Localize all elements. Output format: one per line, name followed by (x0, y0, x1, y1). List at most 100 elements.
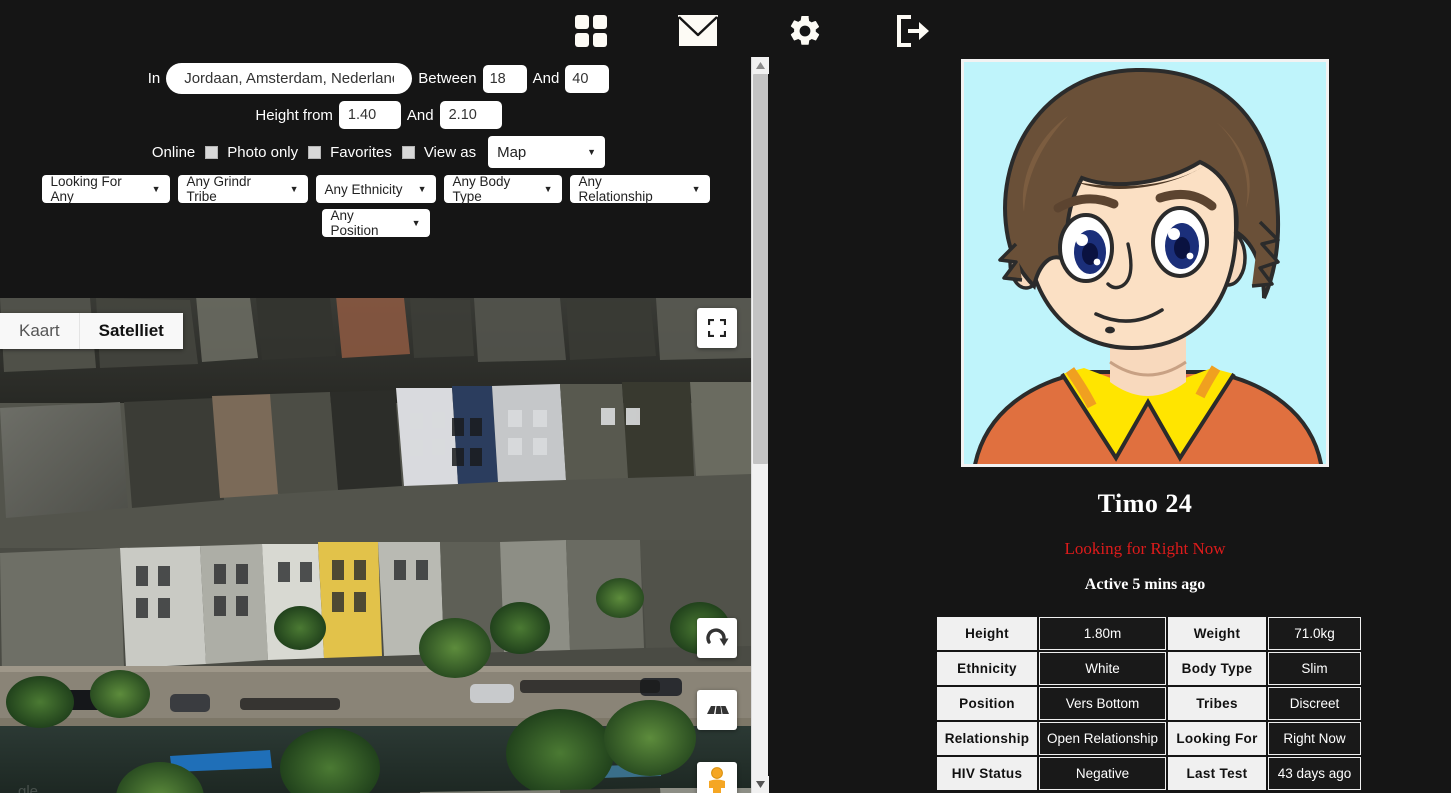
rotate-icon (706, 628, 729, 646)
position-select[interactable]: Any Position ▼ (321, 208, 430, 238)
favorites-checkbox[interactable] (401, 145, 415, 159)
stat-value: 71.0kg (1268, 617, 1361, 650)
dropdown-row-1: Looking For Any ▼ Any Grindr Tribe ▼ Any… (0, 174, 751, 204)
chevron-down-icon: ▼ (411, 217, 421, 228)
table-row: Height 1.80m Weight 71.0kg (937, 617, 1361, 650)
stat-label: Ethnicity (937, 652, 1037, 685)
grindr-tribe-value: Any Grindr Tribe (186, 174, 252, 204)
filter-form: In Between And Height from And Online Ph… (0, 57, 751, 238)
stat-value: Open Relationship (1039, 722, 1166, 755)
age-max-input[interactable] (565, 64, 610, 93)
map-type-switcher: Kaart Satelliet (0, 313, 183, 349)
rotate-map-button[interactable] (697, 618, 737, 658)
stat-label: Height (937, 617, 1037, 650)
scrollbar-thumb[interactable] (753, 74, 768, 464)
height-row: Height from And (0, 101, 751, 129)
body-type-value: Any Body Type (452, 174, 511, 204)
stat-label: Looking For (1168, 722, 1266, 755)
stat-label: Body Type (1168, 652, 1266, 685)
chevron-down-icon: ▼ (543, 183, 553, 194)
table-row: Relationship Open Relationship Looking F… (937, 722, 1361, 755)
photo-only-checkbox[interactable] (308, 145, 322, 159)
chevron-down-icon: ▼ (691, 183, 701, 194)
stat-label: Tribes (1168, 687, 1266, 720)
top-navigation (0, 0, 1451, 62)
logout-button[interactable] (881, 6, 943, 56)
map-type-satelliet[interactable]: Satelliet (78, 313, 183, 349)
stat-value: Slim (1268, 652, 1361, 685)
location-age-row: In Between And (0, 63, 751, 94)
fullscreen-button[interactable] (697, 308, 737, 348)
relationship-select[interactable]: Any Relationship ▼ (569, 174, 710, 204)
stat-value: 1.80m (1039, 617, 1166, 650)
height-and-label: And (406, 106, 434, 124)
profile-panel: Timo 24 Looking for Right Now Active 5 m… (930, 57, 1361, 792)
browse-grid-button[interactable] (560, 6, 622, 56)
in-label: In (147, 70, 161, 87)
stat-value: Discreet (1268, 687, 1361, 720)
table-row: Ethnicity White Body Type Slim (937, 652, 1361, 685)
search-panel: In Between And Height from And Online Ph… (0, 57, 751, 793)
tilt-icon (707, 706, 729, 714)
anime-avatar-image (964, 62, 1326, 464)
stat-value: Vers Bottom (1039, 687, 1166, 720)
logout-icon (897, 15, 929, 47)
view-as-label: View as (423, 143, 477, 161)
view-as-value: Map (497, 143, 527, 161)
settings-button[interactable] (774, 6, 836, 56)
stat-label: HIV Status (937, 757, 1037, 790)
stat-label: Relationship (937, 722, 1037, 755)
profile-name: Timo 24 (1097, 489, 1193, 518)
ethnicity-select[interactable]: Any Ethnicity ▼ (315, 175, 436, 203)
between-label: Between (418, 70, 477, 87)
profile-avatar[interactable] (961, 59, 1329, 467)
envelope-icon (678, 15, 718, 46)
toggles-row: Online Photo only Favorites View as Map … (0, 136, 751, 168)
height-max-input[interactable] (439, 101, 502, 129)
stat-label: Weight (1168, 617, 1266, 650)
scroll-up-arrow[interactable] (752, 57, 769, 74)
location-input[interactable] (166, 63, 413, 94)
tilt-map-button[interactable] (697, 690, 737, 730)
messages-button[interactable] (667, 6, 729, 56)
scroll-down-arrow[interactable] (752, 776, 769, 793)
view-as-select[interactable]: Map ▼ (488, 136, 606, 168)
fullscreen-icon (708, 319, 726, 337)
height-from-label: Height from (255, 106, 333, 124)
chevron-down-icon: ▼ (289, 183, 299, 194)
pegman-icon (709, 767, 725, 793)
profile-looking-for: Looking for Right Now (1064, 539, 1226, 558)
position-value: Any Position (330, 208, 379, 238)
and-label: And (532, 70, 560, 87)
stat-value: 43 days ago (1268, 757, 1361, 790)
gear-icon (790, 15, 820, 45)
table-row: HIV Status Negative Last Test 43 days ag… (937, 757, 1361, 790)
online-checkbox[interactable] (205, 145, 219, 159)
svg-text:gle: gle (18, 783, 38, 793)
online-label: Online (151, 143, 196, 161)
stat-label: Position (937, 687, 1037, 720)
stat-value: White (1039, 652, 1166, 685)
dropdown-row-2: Any Position ▼ (0, 208, 751, 238)
profile-active-status: Active 5 mins ago (1084, 576, 1206, 593)
satellite-map-image: gle ©2023 (0, 298, 751, 793)
stat-value: Right Now (1268, 722, 1361, 755)
looking-for-select[interactable]: Looking For Any ▼ (41, 174, 170, 204)
photo-only-label: Photo only (227, 143, 299, 161)
chevron-down-icon: ▼ (417, 183, 427, 194)
favorites-label: Favorites (330, 143, 392, 161)
grindr-tribe-select[interactable]: Any Grindr Tribe ▼ (177, 174, 308, 204)
body-type-select[interactable]: Any Body Type ▼ (443, 174, 562, 204)
chevron-down-icon: ▼ (587, 146, 597, 157)
chevron-up-icon (756, 62, 765, 69)
height-min-input[interactable] (338, 101, 401, 129)
stat-label: Last Test (1168, 757, 1266, 790)
street-view-pegman-button[interactable] (697, 762, 737, 793)
age-min-input[interactable] (482, 64, 527, 93)
table-row: Position Vers Bottom Tribes Discreet (937, 687, 1361, 720)
map-view[interactable]: gle ©2023 Kaart Satelliet (0, 298, 751, 793)
grid-icon (575, 15, 607, 47)
left-panel-scrollbar[interactable] (751, 57, 769, 793)
chevron-down-icon (756, 781, 765, 788)
map-type-kaart[interactable]: Kaart (0, 313, 79, 349)
